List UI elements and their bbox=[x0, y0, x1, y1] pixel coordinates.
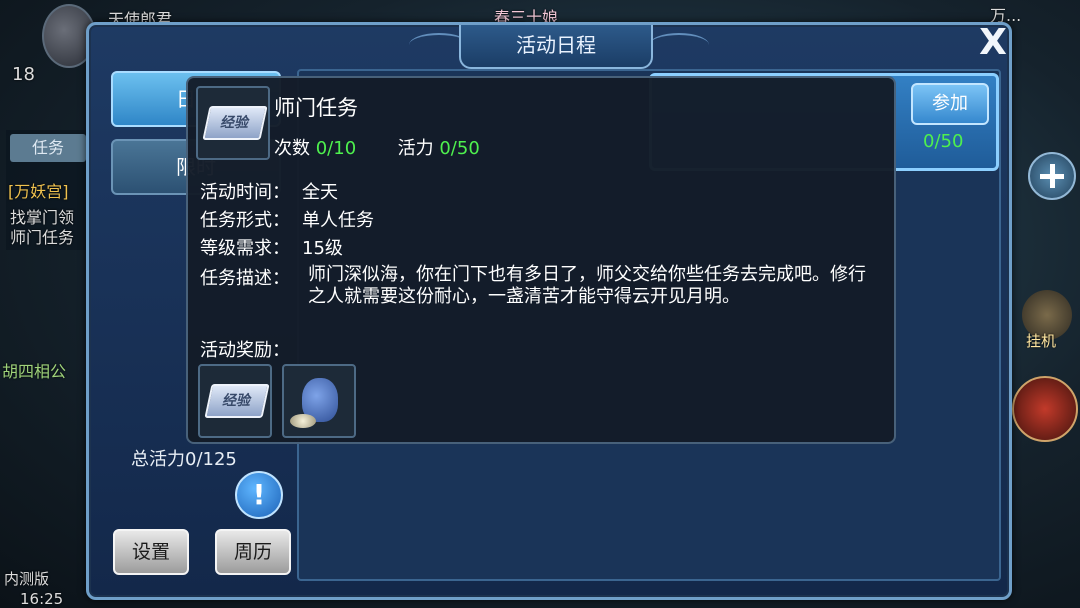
field-level: 等级需求： 15级 bbox=[200, 234, 343, 260]
info-button[interactable]: ! bbox=[235, 471, 283, 519]
exp-ticket-icon: 经验 bbox=[202, 106, 268, 140]
field-form: 任务形式： 单人任务 bbox=[200, 206, 374, 232]
reward-label: 活动奖励： bbox=[200, 340, 290, 361]
task-group: [万妖宫] bbox=[8, 182, 69, 201]
field-value: 全天 bbox=[302, 182, 338, 203]
card-vitality: 0/50 bbox=[923, 131, 964, 152]
attack-skill-icon[interactable] bbox=[1012, 376, 1078, 442]
activity-description: 师门深似海，你在门下也有多日了，师父交给你些任务去完成吧。修行之人就需要这份耐心… bbox=[308, 264, 866, 307]
field-value: 15级 bbox=[302, 238, 343, 259]
join-button[interactable]: 参加 bbox=[911, 83, 989, 125]
count-label: 次数 bbox=[274, 138, 310, 159]
test-version-label: 内测版 bbox=[4, 570, 50, 588]
task-line-2: 师门任务 bbox=[10, 228, 75, 247]
npc-name-left: 胡四相公 bbox=[2, 362, 67, 381]
task-tab[interactable]: 任务 bbox=[10, 134, 86, 162]
player-level: 18 bbox=[12, 64, 35, 85]
field-time: 活动时间： 全天 bbox=[200, 178, 338, 204]
calendar-button[interactable]: 周历 bbox=[215, 529, 291, 575]
count-value: 0/10 bbox=[315, 138, 357, 159]
add-icon[interactable] bbox=[1028, 152, 1076, 200]
vitality-value: 0/50 bbox=[439, 138, 480, 159]
field-label: 活动时间： bbox=[200, 182, 290, 203]
count-row: 次数 0/10 活力 0/50 bbox=[274, 134, 480, 160]
activity-icon: 经验 bbox=[196, 86, 270, 160]
activity-name: 师门任务 bbox=[274, 96, 358, 120]
field-label: 任务形式： bbox=[200, 210, 290, 231]
exp-ticket-icon: 经验 bbox=[204, 384, 270, 418]
afk-label: 挂机 bbox=[1026, 332, 1057, 350]
clock: 16:25 bbox=[20, 590, 64, 608]
settings-button[interactable]: 设置 bbox=[113, 529, 189, 575]
close-button[interactable]: X bbox=[975, 25, 1011, 65]
total-vitality: 总活力0/125 bbox=[131, 449, 237, 470]
coins-icon bbox=[290, 414, 316, 428]
vitality-label: 活力 bbox=[397, 138, 434, 159]
field-label: 等级需求： bbox=[200, 238, 290, 259]
field-value: 单人任务 bbox=[302, 210, 374, 231]
panel-title: 活动日程 bbox=[459, 25, 653, 69]
activity-detail-tooltip: 经验 师门任务 次数 0/10 活力 0/50 活动时间： 全天 任务形式： 单人任… bbox=[186, 76, 896, 444]
reward-money-bag[interactable] bbox=[282, 364, 356, 438]
desc-label: 任务描述： bbox=[200, 268, 290, 289]
reward-exp-item[interactable]: 经验 bbox=[198, 364, 272, 438]
header-ornament-right bbox=[649, 33, 709, 57]
